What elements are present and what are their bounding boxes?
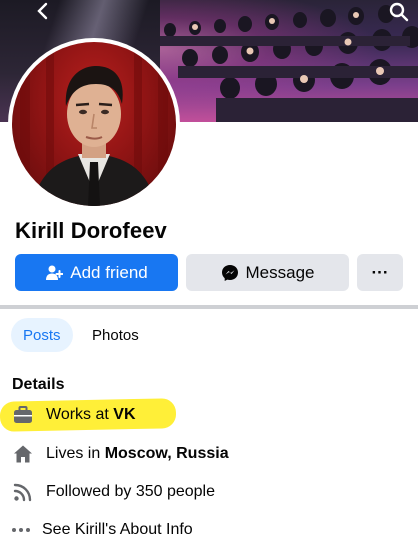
tab-photos[interactable]: Photos bbox=[80, 318, 151, 352]
detail-work: Works at VK bbox=[12, 404, 136, 426]
more-icon: ··· bbox=[371, 262, 389, 282]
detail-followers: Followed by 350 people bbox=[12, 481, 215, 503]
briefcase-icon bbox=[12, 404, 34, 426]
followed-by-text: Followed by 350 people bbox=[46, 483, 216, 500]
ellipsis-icon bbox=[10, 519, 32, 541]
message-label: Message bbox=[245, 262, 315, 282]
avatar-photo bbox=[12, 42, 176, 206]
profile-name: Kirill Dorofeev bbox=[15, 218, 167, 243]
profile-avatar[interactable] bbox=[8, 38, 180, 210]
add-friend-label: Add friend bbox=[70, 262, 148, 282]
avatar-portrait bbox=[20, 42, 168, 206]
home-icon bbox=[12, 443, 34, 465]
more-button[interactable]: ··· bbox=[357, 254, 403, 291]
work-prefix: Works at bbox=[46, 406, 109, 423]
see-about-label: See Kirill's About Info bbox=[42, 521, 193, 538]
add-friend-icon bbox=[45, 264, 64, 282]
cover-audience bbox=[160, 5, 418, 122]
add-friend-button[interactable]: Add friend bbox=[15, 254, 178, 291]
lives-prefix: Lives in bbox=[46, 445, 101, 462]
back-icon[interactable] bbox=[30, 2, 56, 24]
tab-posts[interactable]: Posts bbox=[11, 318, 73, 352]
section-divider bbox=[0, 305, 418, 309]
message-button[interactable]: Message bbox=[186, 254, 349, 291]
lives-place[interactable]: Moscow, Russia bbox=[105, 445, 229, 463]
see-about-info-link[interactable]: See Kirill's About Info bbox=[10, 519, 193, 541]
rss-icon bbox=[12, 481, 34, 503]
details-heading: Details bbox=[12, 376, 65, 393]
work-place[interactable]: VK bbox=[113, 406, 135, 424]
search-icon[interactable] bbox=[386, 2, 412, 24]
detail-lives: Lives in Moscow, Russia bbox=[12, 443, 229, 465]
messenger-icon bbox=[221, 264, 239, 282]
